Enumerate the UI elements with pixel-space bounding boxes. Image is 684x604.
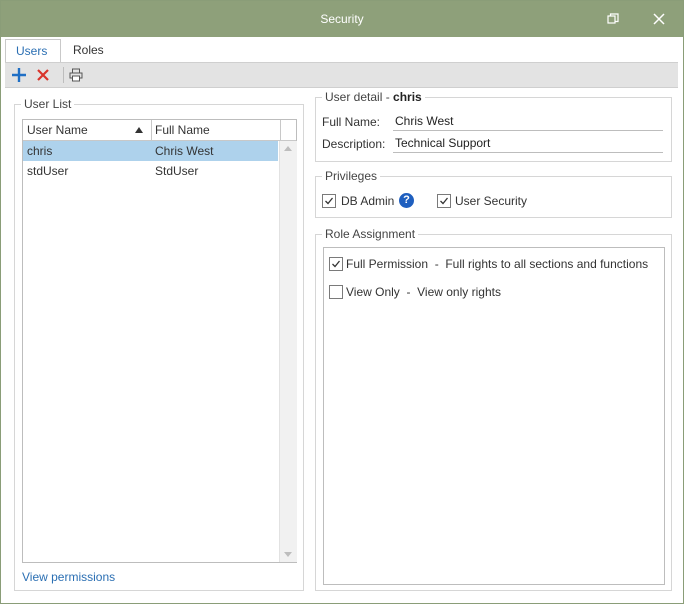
print-button[interactable] [66, 65, 86, 85]
user-detail-username: chris [393, 90, 422, 104]
add-user-button[interactable] [9, 65, 29, 85]
help-icon[interactable]: ? [399, 193, 414, 208]
x-icon [37, 69, 49, 81]
checkmark-icon [325, 197, 334, 205]
cell-full-name: StdUser [155, 164, 199, 178]
role-assignment-legend: Role Assignment [325, 227, 416, 241]
column-header-user-name[interactable]: User Name [23, 120, 152, 140]
description-field[interactable]: Technical Support [393, 134, 663, 153]
close-button[interactable] [641, 1, 677, 37]
printer-icon [69, 68, 83, 82]
restore-button[interactable] [595, 1, 631, 37]
cell-full-name: Chris West [155, 144, 214, 158]
plus-icon [12, 68, 26, 82]
scroll-up-icon[interactable] [284, 146, 292, 151]
security-window: Security Users Roles User List User Name… [0, 0, 684, 604]
checkmark-icon [332, 260, 341, 268]
cell-user-name: chris [27, 144, 53, 158]
description-label: Description: [322, 137, 386, 151]
db-admin-checkbox[interactable] [322, 194, 336, 208]
privileges-legend: Privileges [325, 169, 378, 183]
user-detail-legend: User detail - chris [322, 90, 425, 104]
toolbar-separator [63, 67, 64, 83]
full-name-field[interactable]: Chris West [393, 112, 663, 131]
db-admin-label[interactable]: DB Admin [341, 194, 394, 208]
grid-header: User Name Full Name [23, 120, 296, 141]
view-only-label[interactable]: View Only - View only rights [346, 285, 501, 299]
toolbar [5, 62, 678, 88]
restore-icon [607, 13, 619, 24]
title-bar: Security [1, 1, 683, 37]
close-icon [653, 13, 665, 25]
delete-user-button[interactable] [33, 65, 53, 85]
full-permission-checkbox[interactable] [329, 257, 343, 271]
table-row[interactable]: stdUser StdUser [23, 161, 278, 181]
column-header-label: Full Name [155, 123, 210, 137]
user-detail-label: User detail - [325, 90, 390, 104]
scroll-down-icon[interactable] [284, 552, 292, 557]
full-name-label: Full Name: [322, 115, 381, 129]
checkmark-icon [440, 197, 449, 205]
tab-roles[interactable]: Roles [63, 39, 114, 61]
vertical-scrollbar[interactable] [279, 141, 297, 562]
user-security-checkbox[interactable] [437, 194, 451, 208]
column-header-full-name[interactable]: Full Name [151, 120, 281, 140]
user-security-label[interactable]: User Security [455, 194, 527, 208]
view-permissions-link[interactable]: View permissions [22, 570, 115, 584]
user-list-legend: User List [24, 97, 72, 111]
column-header-label: User Name [27, 123, 88, 137]
tab-users[interactable]: Users [5, 39, 61, 63]
window-title: Security [320, 12, 364, 26]
sort-ascending-icon [135, 127, 143, 133]
view-only-checkbox[interactable] [329, 285, 343, 299]
role-list: Full Permission - Full rights to all sec… [323, 247, 665, 585]
cell-user-name: stdUser [27, 164, 69, 178]
user-grid: User Name Full Name chris Chris West std… [22, 119, 297, 563]
table-row[interactable]: chris Chris West [23, 141, 278, 161]
full-permission-label[interactable]: Full Permission - Full rights to all sec… [346, 257, 648, 271]
